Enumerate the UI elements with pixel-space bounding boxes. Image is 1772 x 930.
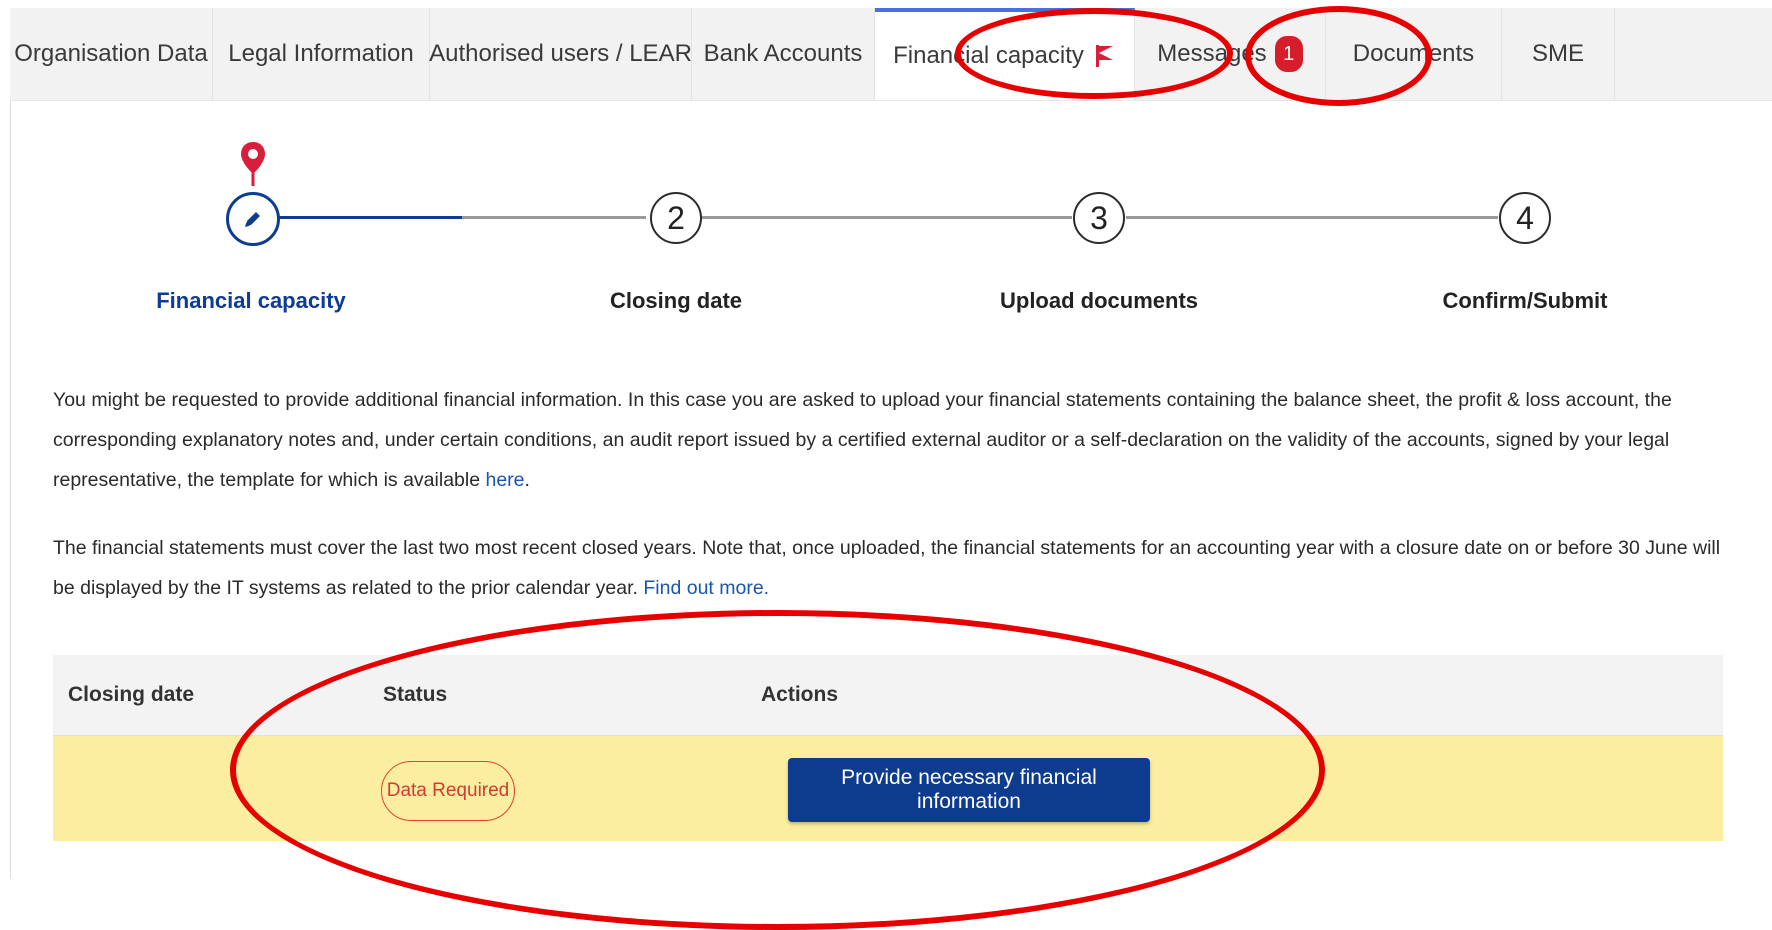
step-number: 3 [1090, 199, 1108, 236]
tab-label: Bank Accounts [703, 40, 863, 67]
tab-label: Organisation Data [14, 40, 208, 67]
step-2-label: Closing date [609, 288, 743, 313]
location-pin-icon [241, 142, 265, 186]
tab-label: Authorised users / LEAR [429, 40, 692, 67]
table-row: Data Required Provide necessary financia… [53, 736, 1723, 841]
pencil-icon [245, 212, 260, 227]
status-badge: Data Required [381, 761, 515, 821]
tab-bank-accounts[interactable]: Bank Accounts [692, 8, 875, 100]
column-header-actions: Actions [761, 683, 839, 706]
tab-messages[interactable]: Messages 1 [1135, 8, 1326, 100]
intro-end: . [524, 469, 530, 491]
tab-legal-information[interactable]: Legal Information [213, 8, 430, 100]
step-4-label: Confirm/Submit [1442, 288, 1608, 313]
step-number: 4 [1516, 199, 1534, 236]
tab-label: Legal Information [228, 40, 414, 67]
note-paragraph: The financial statements must cover the … [53, 528, 1743, 608]
tab-bar-filler [1615, 8, 1772, 100]
tab-sme[interactable]: SME [1502, 8, 1615, 100]
tab-label: Documents [1352, 40, 1475, 67]
stepper-line [462, 216, 646, 219]
step-1-circle [226, 192, 280, 246]
tab-organisation-data[interactable]: Organisation Data [10, 8, 213, 100]
stepper-line [700, 216, 1072, 219]
step-3-label: Upload documents [999, 288, 1199, 313]
step-1-label: Financial capacity [156, 288, 346, 313]
financial-statements-table: Closing date Status Actions Data Require… [53, 655, 1723, 841]
step-4-circle: 4 [1499, 192, 1551, 244]
column-header-closing-date: Closing date [68, 683, 195, 706]
tab-label: Financial capacity [893, 42, 1084, 69]
tab-documents[interactable]: Documents [1326, 8, 1502, 100]
tab-authorised-users[interactable]: Authorised users / LEAR [429, 8, 692, 100]
tab-financial-capacity[interactable]: Financial capacity [875, 8, 1135, 100]
template-link[interactable]: here [485, 469, 524, 491]
tab-bar: Organisation Data Legal Information Auth… [10, 8, 1772, 101]
table-header: Closing date Status Actions [53, 655, 1723, 736]
step-3-circle: 3 [1073, 192, 1125, 244]
provide-financial-information-button[interactable]: Provide necessary financial information [788, 758, 1150, 822]
column-header-status: Status [383, 683, 448, 706]
message-count-badge: 1 [1274, 36, 1303, 72]
find-out-more-link[interactable]: Find out more. [643, 577, 769, 599]
stepper-line [1126, 216, 1498, 219]
flag-icon [1095, 45, 1116, 67]
tab-label: SME [1531, 40, 1584, 67]
step-2-circle: 2 [650, 192, 702, 244]
tab-label: Messages [1157, 40, 1267, 67]
stepper-line-completed [277, 216, 462, 219]
note-text: The financial statements must cover the … [53, 537, 1721, 599]
intro-paragraph: You might be requested to provide additi… [53, 380, 1743, 500]
intro-text: You might be requested to provide additi… [53, 389, 1672, 491]
step-number: 2 [667, 199, 685, 236]
